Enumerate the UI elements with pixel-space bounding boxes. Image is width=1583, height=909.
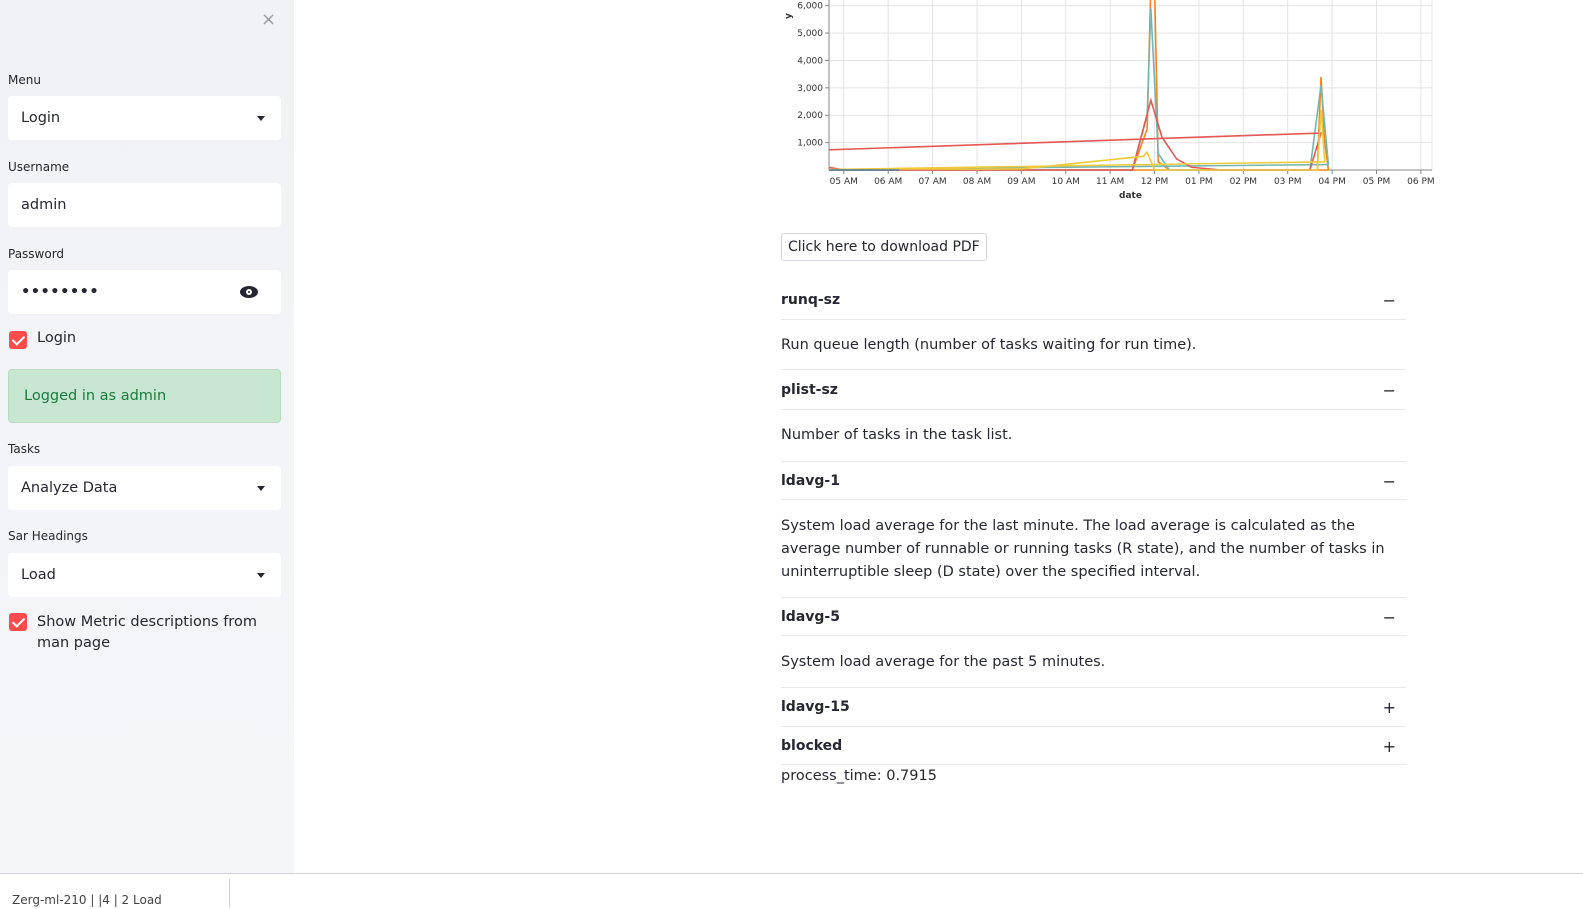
sar-headings-label: Sar Headings (8, 529, 88, 543)
username-field[interactable]: admin (8, 183, 281, 227)
chevron-down-icon (257, 115, 265, 121)
y-tick-label: 4,000 (797, 56, 823, 66)
sar-headings-value: Load (21, 567, 56, 583)
tasks-select[interactable]: Analyze Data (8, 466, 281, 510)
series-line (829, 0, 1330, 171)
collapse-icon[interactable]: − (1383, 608, 1396, 627)
x-tick-label: 06 AM (874, 177, 902, 187)
expander-plist-sz[interactable]: plist-sz − (781, 371, 1406, 409)
status-bar (0, 873, 1583, 909)
expander-blocked[interactable]: blocked + (781, 727, 1406, 765)
series-line (829, 109, 1326, 171)
expander-body: Run queue length (number of tasks waitin… (781, 337, 1197, 353)
x-tick-label: 06 PM (1407, 177, 1435, 187)
username-value: admin (21, 197, 67, 213)
expander-body: System load average for the last minute.… (781, 518, 1385, 580)
divider (781, 635, 1406, 636)
expander-ldavg-1[interactable]: ldavg-1 − (781, 462, 1406, 500)
series-line (829, 97, 1323, 171)
expander-title: ldavg-1 (781, 473, 840, 489)
chart-svg: 1,000 2,000 3,000 4,000 5,000 6,000 05 AM 06 AM… (784, 0, 1435, 201)
sar-headings-select[interactable]: Load (8, 553, 281, 597)
divider (781, 764, 1406, 765)
sidebar: × Menu Login Username admin Password •••… (0, 0, 294, 873)
login-checkbox[interactable]: Login (9, 330, 76, 349)
x-tick-label: 09 AM (1007, 177, 1035, 187)
checkbox-checked-icon[interactable] (9, 613, 27, 631)
x-tick-label: 11 AM (1096, 177, 1124, 187)
x-tick-label: 05 PM (1363, 177, 1391, 187)
divider (781, 499, 1406, 500)
expander-title: ldavg-5 (781, 609, 840, 625)
divider (781, 409, 1406, 410)
tasks-label: Tasks (8, 442, 41, 456)
x-tick-label: 08 AM (963, 177, 991, 187)
tasks-select-value: Analyze Data (21, 480, 118, 496)
success-alert: Logged in as admin (8, 369, 281, 423)
expander-title: runq-sz (781, 292, 841, 308)
download-pdf-button[interactable]: Click here to download PDF (781, 233, 987, 261)
menu-label: Menu (8, 73, 41, 87)
expander-title: blocked (781, 738, 843, 754)
menu-select[interactable]: Login (8, 96, 281, 140)
x-tick-label: 12 PM (1141, 177, 1169, 187)
x-tick-label: 01 PM (1185, 177, 1213, 187)
expander-title: plist-sz (781, 382, 838, 398)
chevron-down-icon (257, 572, 265, 578)
password-label: Password (8, 247, 65, 261)
collapse-icon[interactable]: − (1383, 381, 1396, 400)
expander-body: System load average for the past 5 minut… (781, 654, 1106, 670)
y-tick-label: 3,000 (797, 84, 823, 94)
x-tick-label: 03 PM (1274, 177, 1302, 187)
login-checkbox-label: Login (37, 330, 77, 346)
expander-body: Number of tasks in the task list. (781, 427, 1013, 443)
x-tick-label: 05 AM (830, 177, 858, 187)
status-bar-divider (229, 879, 230, 908)
y-tick-label: 2,000 (797, 111, 823, 121)
expander-runq-sz[interactable]: runq-sz − (781, 281, 1406, 319)
checkbox-checked-icon[interactable] (9, 331, 27, 349)
process-time-text: process_time: 0.7915 (781, 768, 937, 784)
line-chart: 1,000 2,000 3,000 4,000 5,000 6,000 05 AM 06 AM… (781, 0, 1441, 205)
x-tick-label: 02 PM (1230, 177, 1258, 187)
y-tick-label: 6,000 (797, 2, 823, 12)
x-tick-label: 04 PM (1318, 177, 1346, 187)
show-metric-label: Show Metric descriptions from man page (37, 614, 257, 651)
menu-select-value: Login (21, 110, 61, 126)
x-axis-title: date (1119, 191, 1142, 201)
eye-icon[interactable] (240, 286, 258, 298)
x-tick-label: 07 AM (918, 177, 946, 187)
x-tick-label: 10 AM (1052, 177, 1080, 187)
collapse-icon[interactable]: − (1383, 472, 1396, 491)
y-tick-label: 1,000 (797, 139, 823, 149)
show-metric-checkbox[interactable]: Show Metric descriptions from man page (9, 612, 274, 654)
expand-icon[interactable]: + (1383, 737, 1396, 756)
expander-title: ldavg-15 (781, 699, 850, 715)
close-sidebar-icon[interactable]: × (261, 10, 276, 30)
password-value: •••••••• (21, 284, 100, 300)
password-field[interactable]: •••••••• (8, 270, 281, 314)
expand-icon[interactable]: + (1383, 698, 1396, 717)
status-bar-text: Zerg-ml-210 | |4 | 2 Load (12, 893, 162, 907)
y-tick-label: 5,000 (797, 29, 823, 39)
expander-ldavg-5[interactable]: ldavg-5 − (781, 598, 1406, 636)
divider (781, 369, 1406, 370)
chevron-down-icon (257, 485, 265, 491)
divider (781, 319, 1406, 320)
expander-ldavg-15[interactable]: ldavg-15 + (781, 688, 1406, 726)
y-axis-title: y (784, 13, 794, 19)
collapse-icon[interactable]: − (1383, 291, 1396, 310)
username-label: Username (8, 160, 70, 174)
